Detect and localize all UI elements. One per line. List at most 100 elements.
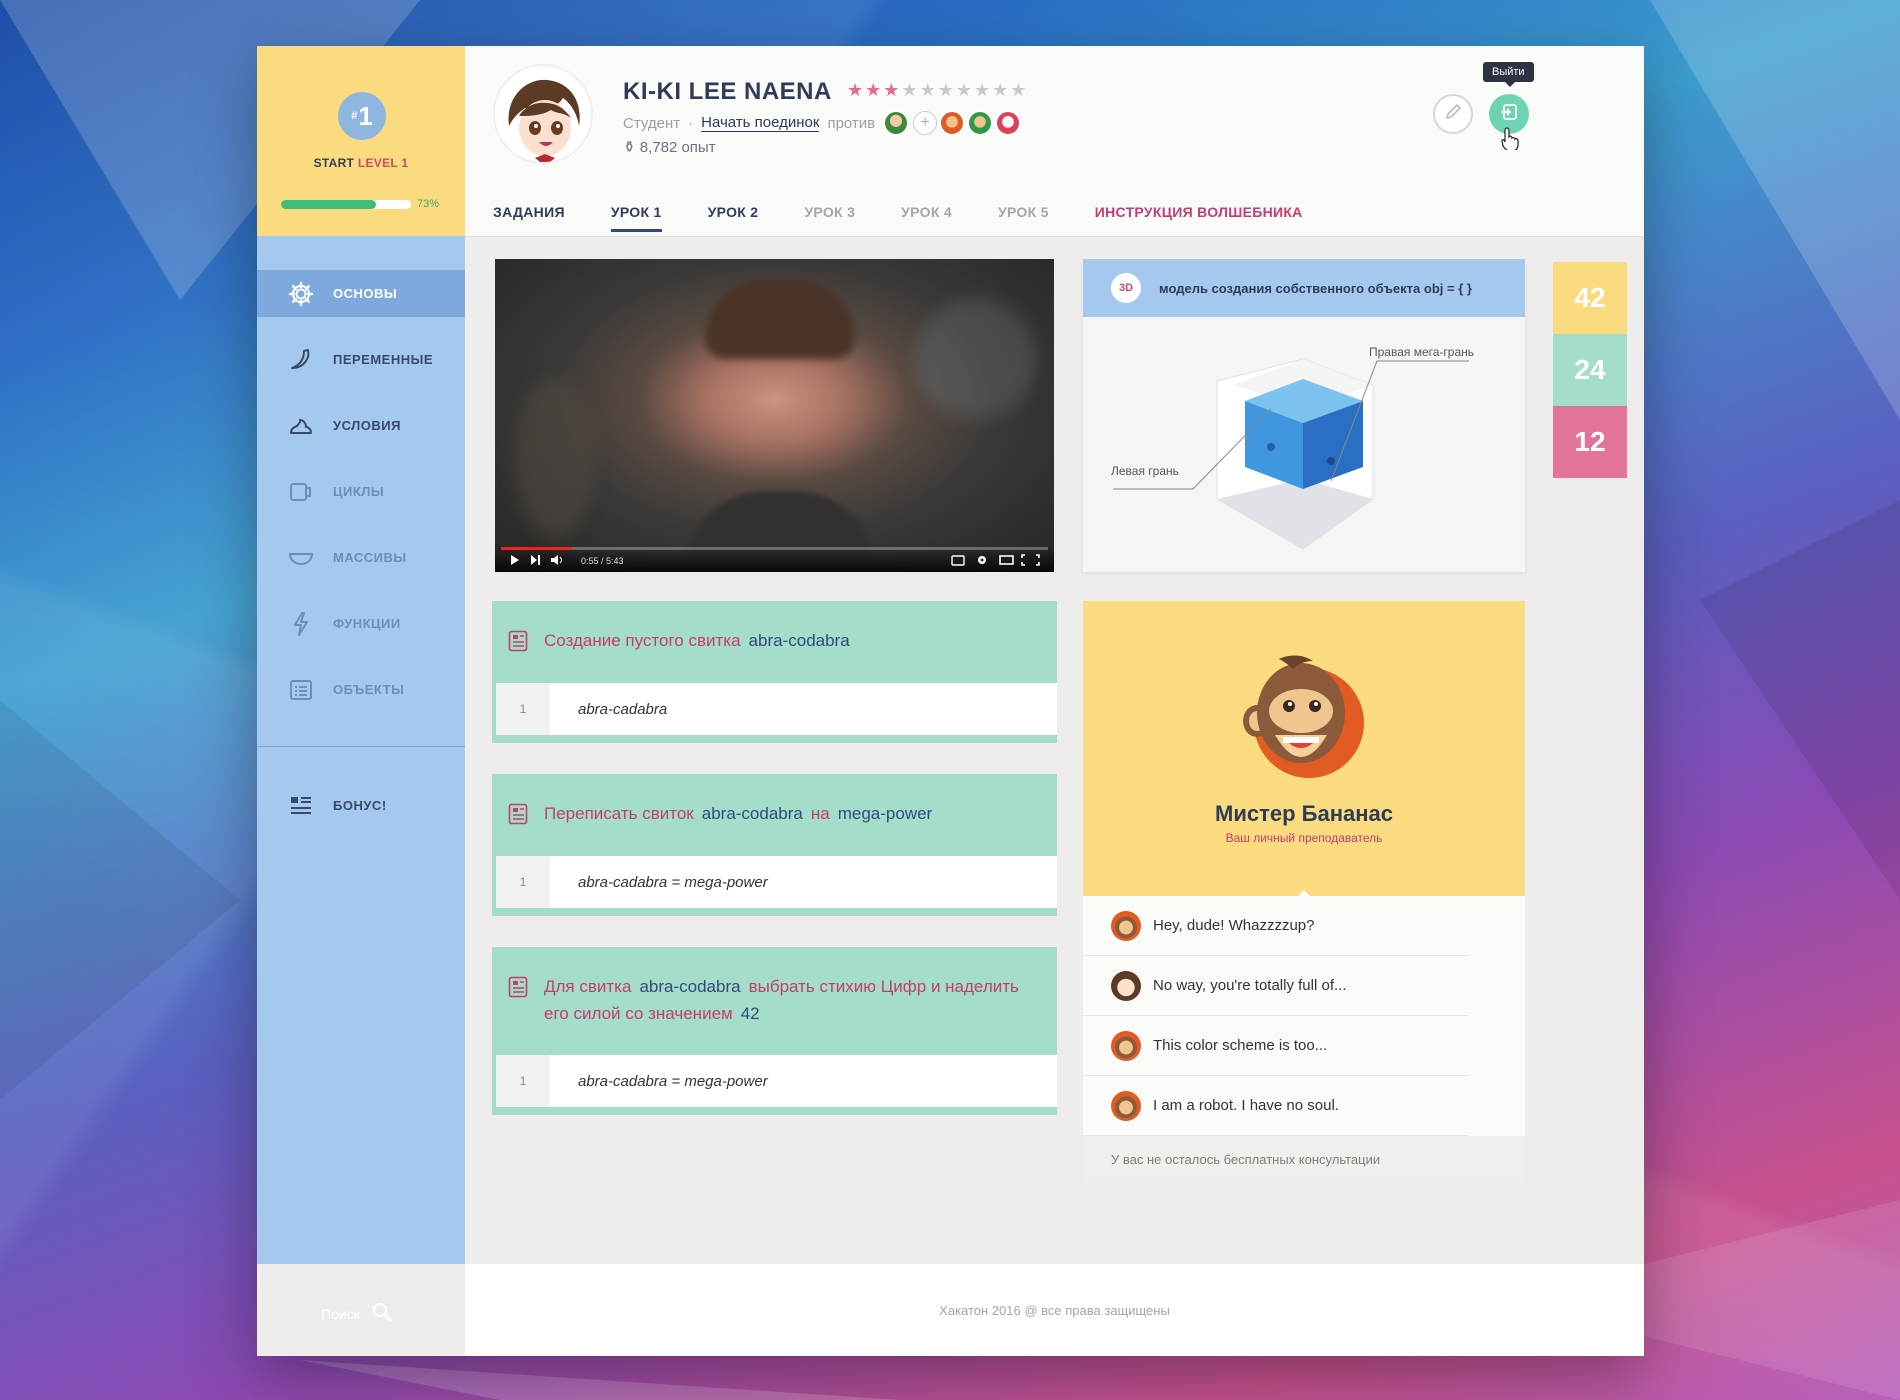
video-settings-controls[interactable] xyxy=(950,553,1042,567)
sidebar-item-label: ЦИКЛЫ xyxy=(333,484,385,499)
score-box[interactable]: 12 xyxy=(1553,406,1627,478)
task-title: Создание пустого свитка abra-codabra xyxy=(492,601,1057,654)
task-card[interactable]: Переписать свиток abra-codabra на mega-powe… xyxy=(492,774,1057,916)
tab-item[interactable]: ЗАДАНИЯ xyxy=(493,204,565,232)
chat-list: Hey, dude! Whazzzzup? No way, you're tota… xyxy=(1083,896,1525,1136)
score-box[interactable]: 42 xyxy=(1553,262,1627,334)
sidebar-item-basics[interactable]: ОСНОВЫ xyxy=(257,270,465,317)
code-editor[interactable]: 1 abra-cadabra = mega-power xyxy=(496,1055,1057,1111)
code-text[interactable]: abra-cadabra = mega-power xyxy=(550,1073,768,1090)
task-title-part: mega-power xyxy=(837,804,933,823)
opponent-avatar[interactable] xyxy=(883,110,910,136)
star-icon: ★ xyxy=(973,80,991,100)
level-panel: #1 START LEVEL 1 73% xyxy=(257,46,465,236)
sidebar-item-objects[interactable]: ОБЪЕКТЫ xyxy=(257,666,465,713)
user-role: Студент xyxy=(623,114,681,132)
cube-label-lines xyxy=(1113,360,1469,490)
rank-badge: #1 xyxy=(338,92,386,140)
header-divider xyxy=(465,236,1644,237)
opponent-avatar[interactable] xyxy=(967,110,994,136)
video-play-controls[interactable] xyxy=(509,553,579,567)
chat-message[interactable]: This color scheme is too... xyxy=(1083,1016,1468,1076)
task-doc-icon xyxy=(508,803,530,825)
sidebar-item-bonus[interactable]: БОНУС! xyxy=(257,782,465,829)
tab-item[interactable]: УРОК 4 xyxy=(901,204,952,232)
code-editor[interactable]: 1 abra-cadabra = mega-power xyxy=(496,856,1057,912)
search-button[interactable]: Поиск xyxy=(321,1302,392,1325)
model-3d-header: 3D модель создания собственного объекта … xyxy=(1083,259,1525,317)
video-bokeh xyxy=(915,299,1035,419)
video-progress-bar[interactable] xyxy=(501,547,1048,550)
chat-message[interactable]: Hey, dude! Whazzzzup? xyxy=(1083,896,1468,956)
user-name: KI-KI LEE NAENA xyxy=(623,78,832,105)
tab-item[interactable]: ИНСТРУКЦИЯ ВОЛШЕБНИКА xyxy=(1095,204,1303,232)
user-avatar[interactable] xyxy=(493,64,593,164)
search-icon xyxy=(372,1302,392,1325)
sidebar-divider xyxy=(257,746,465,747)
task-title-part: abra-codabra xyxy=(639,977,741,996)
task-title-part: Для свитка xyxy=(544,977,632,996)
tab-item[interactable]: УРОК 1 xyxy=(610,204,662,232)
task-doc-icon xyxy=(508,630,530,652)
video-bokeh xyxy=(515,379,595,539)
sidebar-item-conditions[interactable]: УСЛОВИЯ xyxy=(257,402,465,449)
task-title-part: на xyxy=(810,804,830,823)
start-duel-link[interactable]: Начать поединок xyxy=(701,114,820,132)
sidebar: #1 START LEVEL 1 73% ОСНОВЫ ПЕРЕМЕННЫЕ У… xyxy=(257,46,465,1264)
level-progress-bar xyxy=(281,200,411,209)
line-number: 1 xyxy=(496,1055,550,1107)
task-title-part: Создание пустого свитка xyxy=(544,631,741,650)
cup-icon xyxy=(287,478,315,506)
star-icon: ★ xyxy=(992,80,1009,100)
monkey-avatar xyxy=(1111,910,1141,941)
opponent-avatar[interactable] xyxy=(939,110,966,136)
chat-message-text: I am a robot. I have no soul. xyxy=(1153,1097,1339,1114)
star-icon: ★ xyxy=(955,80,972,100)
sidebar-item-variables[interactable]: ПЕРЕМЕННЫЕ xyxy=(257,336,465,383)
add-opponent-button[interactable]: + xyxy=(913,111,938,135)
list-icon xyxy=(287,676,315,704)
opponent-avatar[interactable] xyxy=(995,110,1022,136)
3d-tag: 3D xyxy=(1111,273,1141,303)
code-text[interactable]: abra-cadabra = mega-power xyxy=(550,874,768,891)
task-title-part: 42 xyxy=(740,1004,760,1023)
level-progress-percent: 73% xyxy=(417,198,440,210)
sidebar-item-label: ФУНКЦИИ xyxy=(333,616,401,631)
trophy-icon: ⚱ xyxy=(623,139,636,156)
monkey-avatar-icon xyxy=(1243,655,1364,778)
video-player[interactable]: 0:55 / 5:43 xyxy=(495,259,1054,572)
level-label: START LEVEL 1 xyxy=(313,156,409,170)
task-doc-icon xyxy=(508,976,530,998)
sidebar-item-label: ОСНОВЫ xyxy=(333,286,398,301)
star-icon: ★ xyxy=(883,80,900,100)
task-card[interactable]: Для свитка abra-codabra выбрать стихию Циф… xyxy=(492,947,1057,1115)
code-editor[interactable]: 1 abra-cadabra xyxy=(496,683,1057,739)
sidebar-item-functions[interactable]: ФУНКЦИИ xyxy=(257,600,465,647)
edit-profile-button[interactable] xyxy=(1433,94,1473,134)
left-face-label: Левая грань xyxy=(1111,464,1179,478)
score-box[interactable]: 24 xyxy=(1553,334,1627,406)
line-number: 1 xyxy=(496,856,550,908)
code-text[interactable]: abra-cadabra xyxy=(550,701,667,718)
chat-message[interactable]: No way, you're totally full of... xyxy=(1083,956,1468,1016)
tutor-card: Мистер Бананас Ваш личный преподаватель xyxy=(1083,601,1525,897)
tab-item[interactable]: УРОК 2 xyxy=(708,204,759,232)
gear-icon xyxy=(287,280,315,308)
tab-item[interactable]: УРОК 3 xyxy=(804,204,855,232)
task-title-part: abra-codabra xyxy=(701,804,803,823)
monkey-avatar xyxy=(1111,1030,1141,1061)
tab-item[interactable]: УРОК 5 xyxy=(998,204,1049,232)
sidebar-item-loops[interactable]: ЦИКЛЫ xyxy=(257,468,465,515)
star-icon: ★ xyxy=(865,80,882,100)
model-3d-title: модель создания собственного объекта obj… xyxy=(1159,280,1472,296)
task-card[interactable]: Создание пустого свитка abra-codabra 1 ab… xyxy=(492,601,1057,743)
video-time: 0:55 / 5:43 xyxy=(581,556,624,566)
tutor-name: Мистер Бананас xyxy=(1215,801,1393,826)
sidebar-item-label: БОНУС! xyxy=(333,798,387,813)
sidebar-item-arrays[interactable]: МАССИВЫ xyxy=(257,534,465,581)
chat-message[interactable]: I am a robot. I have no soul. xyxy=(1083,1076,1468,1136)
girl-avatar xyxy=(1111,970,1141,1001)
exit-tooltip: Выйти xyxy=(1483,62,1534,87)
monkey-avatar xyxy=(1111,1090,1141,1121)
against-label: против xyxy=(827,114,876,132)
